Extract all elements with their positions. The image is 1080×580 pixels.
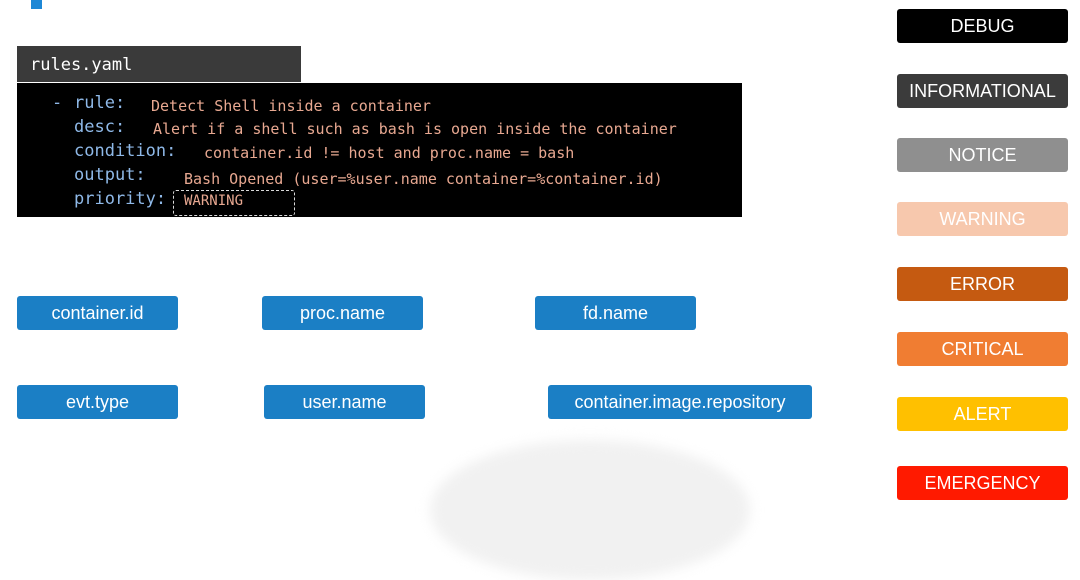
rule-key: rule: bbox=[74, 93, 126, 113]
priority-level-debug[interactable]: DEBUG bbox=[897, 9, 1068, 43]
field-label: proc.name bbox=[299, 302, 386, 323]
priority-level-label: NOTICE bbox=[948, 144, 1017, 165]
field-label: evt.type bbox=[65, 391, 130, 412]
priority-level-notice[interactable]: NOTICE bbox=[897, 138, 1068, 172]
priority-level-critical[interactable]: CRITICAL bbox=[897, 332, 1068, 366]
desc-key: desc: bbox=[74, 117, 126, 137]
field-label: fd.name bbox=[582, 302, 649, 323]
field-user-name[interactable]: user.name bbox=[264, 385, 425, 419]
priority-level-label: INFORMATIONAL bbox=[909, 80, 1056, 101]
file-tab-label: rules.yaml bbox=[30, 55, 133, 75]
output-key: output: bbox=[74, 165, 146, 185]
desc-value: Alert if a shell such as bash is open in… bbox=[153, 120, 677, 138]
priority-level-label: EMERGENCY bbox=[924, 472, 1041, 493]
field-container-id[interactable]: container.id bbox=[17, 296, 178, 330]
priority-value: WARNING bbox=[184, 193, 244, 209]
field-container-image-repository[interactable]: container.image.repository bbox=[548, 385, 812, 419]
priority-level-label: CRITICAL bbox=[941, 338, 1024, 359]
field-label: user.name bbox=[302, 391, 387, 412]
rule-value: Detect Shell inside a container bbox=[151, 97, 431, 115]
background-decoration bbox=[430, 440, 750, 580]
condition-key: condition: bbox=[74, 141, 177, 161]
field-proc-name[interactable]: proc.name bbox=[262, 296, 423, 330]
output-value: Bash Opened (user=%user.name container=%… bbox=[184, 170, 663, 188]
field-fd-name[interactable]: fd.name bbox=[535, 296, 696, 330]
priority-level-error[interactable]: ERROR bbox=[897, 267, 1068, 301]
priority-level-alert[interactable]: ALERT bbox=[897, 397, 1068, 431]
file-tab-rules-yaml[interactable]: rules.yaml bbox=[17, 46, 301, 82]
field-label: container.id bbox=[51, 302, 144, 323]
accent-bar bbox=[31, 0, 42, 9]
priority-level-label: WARNING bbox=[939, 208, 1026, 229]
priority-level-label: ERROR bbox=[949, 273, 1015, 294]
condition-value: container.id != host and proc.name = bas… bbox=[204, 144, 575, 162]
rule-code-block: - rule: Detect Shell inside a container … bbox=[17, 83, 742, 217]
priority-level-informational[interactable]: INFORMATIONAL bbox=[897, 74, 1068, 108]
priority-level-label: ALERT bbox=[953, 403, 1012, 424]
priority-level-label: DEBUG bbox=[950, 15, 1015, 36]
field-evt-type[interactable]: evt.type bbox=[17, 385, 178, 419]
priority-level-emergency[interactable]: EMERGENCY bbox=[897, 466, 1068, 500]
priority-level-warning[interactable]: WARNING bbox=[897, 202, 1068, 236]
priority-key: priority: bbox=[74, 189, 167, 209]
list-dash: - bbox=[52, 93, 63, 113]
field-label: container.image.repository bbox=[574, 391, 786, 412]
